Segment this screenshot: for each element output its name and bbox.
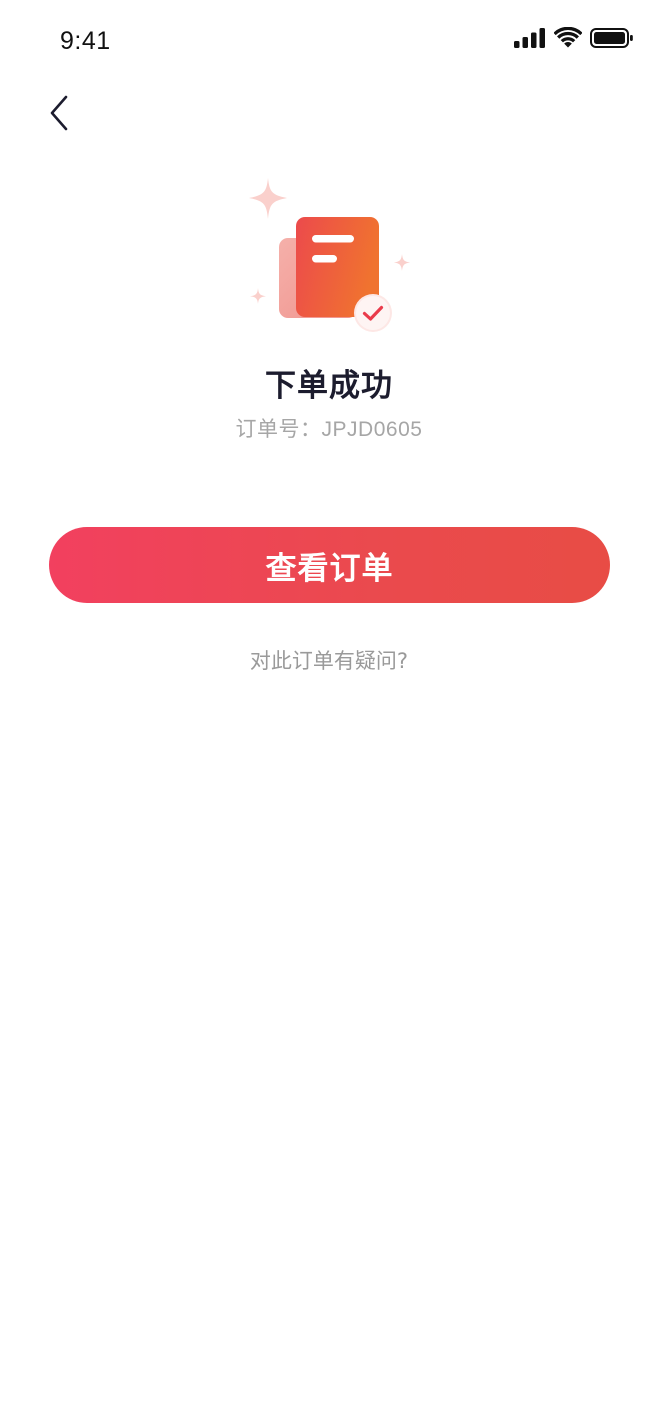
status-icons xyxy=(514,26,634,53)
cellular-signal-icon xyxy=(514,27,546,53)
view-order-button[interactable]: 查看订单 xyxy=(49,527,610,603)
order-question-link[interactable]: 对此订单有疑问? xyxy=(0,645,658,675)
status-time: 9:41 xyxy=(60,27,111,55)
order-document-success-icon xyxy=(239,178,419,344)
order-number: 订单号：JPJD0605 xyxy=(235,418,423,441)
success-title: 下单成功 xyxy=(265,368,393,404)
status-bar: 9:41 xyxy=(0,0,658,80)
order-success-illustration xyxy=(239,170,419,340)
chevron-left-icon xyxy=(46,93,72,137)
battery-icon xyxy=(590,27,634,53)
wifi-icon xyxy=(553,26,583,53)
back-button[interactable] xyxy=(34,90,84,140)
